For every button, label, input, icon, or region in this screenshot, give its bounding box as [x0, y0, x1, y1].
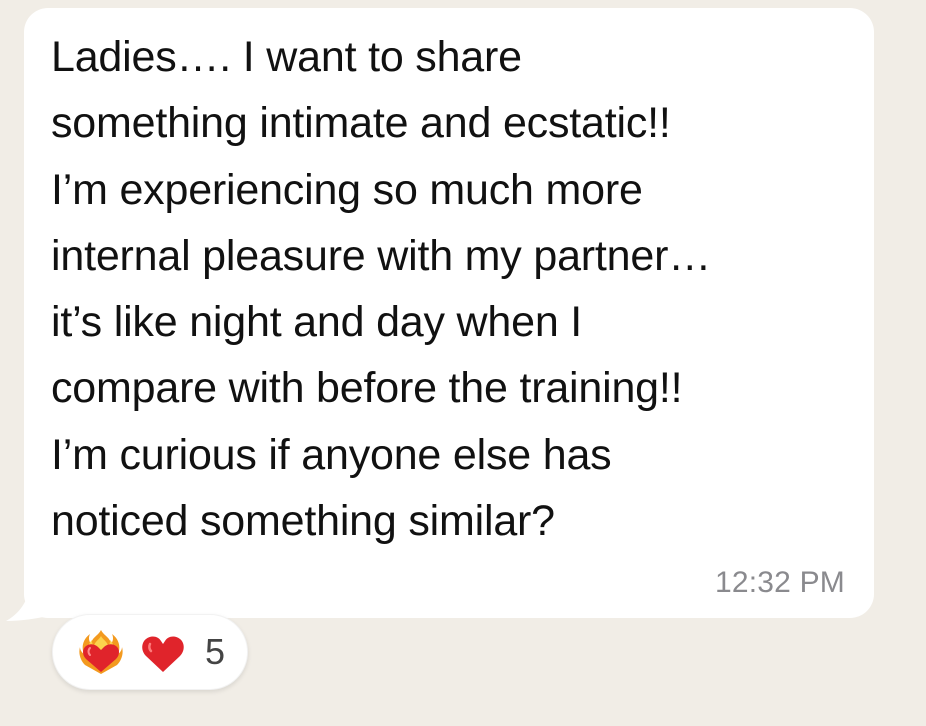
message-line: compare with before the training!!	[51, 364, 683, 413]
message-line: it’s like night and day when I	[51, 298, 583, 347]
message-line: noticed something similar?	[51, 497, 555, 546]
message-line: I’m curious if anyone else has	[51, 430, 612, 479]
red-heart-icon	[142, 636, 184, 672]
message-timestamp: 12:32 PM	[714, 566, 845, 599]
reaction-count: 5	[205, 631, 226, 672]
message-line: I’m experiencing so much more	[51, 165, 643, 214]
message-line: internal pleasure with my partner…	[51, 231, 711, 280]
reactions-pill[interactable]: 5	[52, 614, 249, 690]
heart-on-fire-icon	[79, 630, 123, 674]
message-line: something intimate and ecstatic!!	[51, 99, 671, 148]
chat-view: Ladies…. I want to share something intim…	[0, 0, 926, 726]
message-text: Ladies…. I want to share something intim…	[51, 24, 861, 554]
message-line: Ladies…. I want to share	[51, 33, 522, 81]
